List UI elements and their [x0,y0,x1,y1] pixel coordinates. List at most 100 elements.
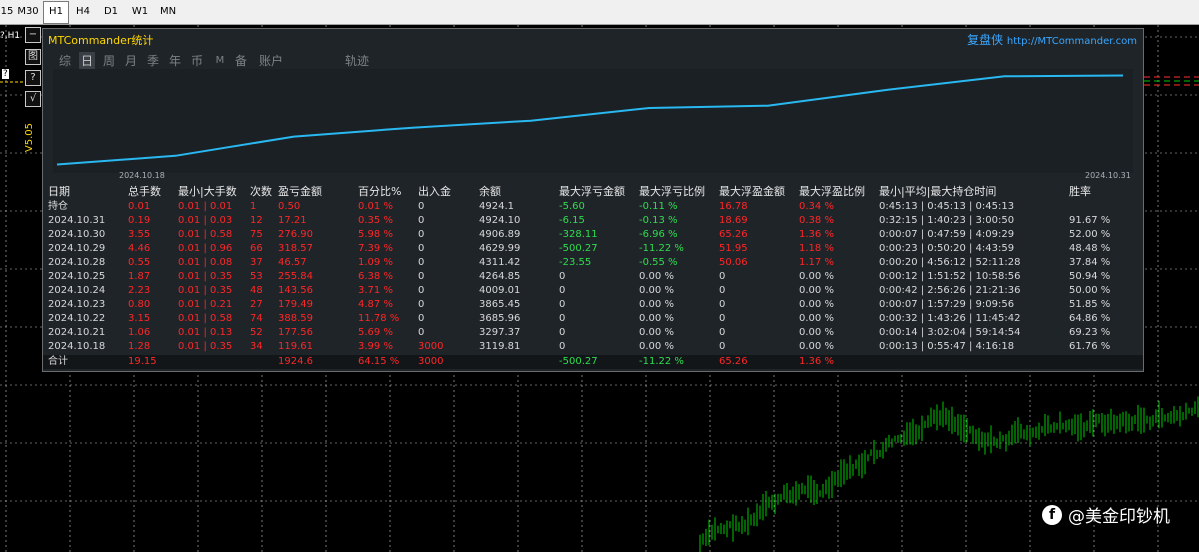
cell-max-float-profit: 0 [719,327,726,338]
cell-profit: 276.90 [278,229,313,240]
cell-balance: 4629.99 [479,243,521,254]
cell-percent: 6.38 % [358,271,393,282]
cell-profit: 255.84 [278,271,313,282]
cell-win-rate: 50.94 % [1069,271,1111,282]
header-max-float-profit: 最大浮盈金额 [719,185,785,198]
tab-year[interactable]: 年 [167,52,183,70]
cell-trades: 37 [250,257,263,268]
cell-max-float-loss: -23.55 [559,257,592,268]
cell-max-float-profit: 65.26 [719,229,748,240]
cell-balance: 4311.42 [479,257,521,268]
cell-min-max-lots: 0.01 | 0.01 [178,201,233,212]
cell-max-float-profit-pct: 0.00 % [799,285,834,296]
tab-track[interactable]: 轨迹 [343,52,371,70]
cell-max-float-loss: -5.60 [559,201,585,212]
timeframe-w1[interactable]: W1 [126,2,154,22]
website-link[interactable]: 复盘侠 http://MTCommander.com [967,31,1137,48]
timeframe-mn[interactable]: MN [155,2,181,22]
cell-deposit-withdraw: 0 [418,229,425,240]
header-win-rate: 胜率 [1069,185,1091,198]
cell-max-float-loss-pct: 0.00 % [639,271,674,282]
cell-trades: 52 [250,327,263,338]
link-url[interactable]: http://MTCommander.com [1007,36,1137,47]
timeframe-d1[interactable]: D1 [98,2,124,22]
cell-date: 2024.10.30 [48,229,106,240]
tab-day[interactable]: 日 [79,52,95,70]
timeframe-15[interactable]: 15 [0,2,14,22]
cell-total-lots: 0.01 [128,201,151,212]
cell-balance: 4009.01 [479,285,521,296]
total-date: 合计 [48,356,68,367]
minimize-panel-button[interactable]: − [25,27,41,43]
tab-summary[interactable]: 综 [57,52,73,70]
tab-month[interactable]: 月 [123,52,139,70]
cell-hold-time: 0:45:13 | 0:45:13 | 0:45:13 [879,201,1015,212]
cell-deposit-withdraw: 0 [418,271,425,282]
cell-max-float-loss: -328.11 [559,229,598,240]
header-profit: 盈亏金额 [278,185,322,198]
cell-total-lots: 2.23 [128,285,151,296]
tab-week[interactable]: 周 [101,52,117,70]
cell-deposit-withdraw: 0 [418,285,425,296]
cell-date: 2024.10.22 [48,313,106,324]
cell-max-float-profit-pct: 1.18 % [799,243,834,254]
cell-balance: 3865.45 [479,299,521,310]
cell-max-float-profit-pct: 0.00 % [799,341,834,352]
cell-percent: 11.78 % [358,313,400,324]
cell-profit: 17.21 [278,215,307,226]
tab-quarter[interactable]: 季 [145,52,161,70]
cell-min-max-lots: 0.01 | 0.21 [178,299,233,310]
cell-max-float-loss: -500.27 [559,243,598,254]
cell-balance: 4264.85 [479,271,521,282]
tab-currency[interactable]: 币 [189,52,205,70]
cell-min-max-lots: 0.01 | 0.08 [178,257,233,268]
cell-balance: 3297.37 [479,327,521,338]
cell-min-max-lots: 0.01 | 0.96 [178,243,233,254]
cell-hold-time: 0:00:14 | 3:02:04 | 59:14:54 [879,327,1021,338]
facebook-icon: f [1042,504,1062,525]
cell-max-float-profit-pct: 1.36 % [799,229,834,240]
chart-toggle-button[interactable]: 图 [25,49,41,65]
table-row: 2024.10.23 0.80 0.01 | 0.21 27 179.49 4.87 % 0… [43,298,1143,312]
cell-total-lots: 4.46 [128,243,151,254]
cell-profit: 46.57 [278,257,307,268]
cell-trades: 1 [250,201,257,212]
cell-hold-time: 0:00:13 | 0:55:47 | 4:16:18 [879,341,1015,352]
table-row: 2024.10.22 3.15 0.01 | 0.58 74 388.59 11.78 %… [43,312,1143,326]
watermark-text: @美金印钞机 [1068,507,1170,527]
cell-date: 持仓 [48,201,68,212]
cell-max-float-profit: 0 [719,271,726,282]
cell-percent: 0.35 % [358,215,393,226]
table-row: 2024.10.21 1.06 0.01 | 0.13 52 177.56 5.69 % 0… [43,326,1143,340]
tab-m[interactable]: M [213,52,227,70]
cell-profit: 143.56 [278,285,313,296]
cell-max-float-loss: 0 [559,271,566,282]
cell-trades: 34 [250,341,263,352]
link-brand[interactable]: 复盘侠 [967,33,1003,47]
cell-percent: 7.39 % [358,243,393,254]
confirm-button[interactable]: √ [25,91,41,107]
cell-trades: 27 [250,299,263,310]
help-button[interactable]: ? [25,70,41,86]
cell-percent: 0.01 % [358,201,393,212]
cell-max-float-profit: 0 [719,341,726,352]
cell-total-lots: 1.87 [128,271,151,282]
tab-account[interactable]: 账户 [257,52,285,70]
cell-win-rate: 37.84 % [1069,257,1111,268]
cell-max-float-loss-pct: -6.96 % [639,229,678,240]
cell-deposit-withdraw: 0 [418,215,425,226]
cell-max-float-loss-pct: 0.00 % [639,313,674,324]
cell-total-lots: 3.15 [128,313,151,324]
cell-min-max-lots: 0.01 | 0.35 [178,285,233,296]
cell-hold-time: 0:00:20 | 4:56:12 | 52:11:28 [879,257,1021,268]
cell-total-lots: 0.19 [128,215,151,226]
timeframe-toolbar: 15 M30 H1 H4 D1 W1 MN [0,0,1199,25]
cell-win-rate: 69.23 % [1069,327,1111,338]
timeframe-h4[interactable]: H4 [70,2,96,22]
table-row: 2024.10.28 0.55 0.01 | 0.08 37 46.57 1.09 % 0 4… [43,256,1143,270]
tab-note[interactable]: 备 [233,52,249,70]
cell-max-float-loss-pct: -0.11 % [639,201,678,212]
timeframe-m30[interactable]: M30 [15,2,41,22]
cell-max-float-loss: 0 [559,341,566,352]
timeframe-h1[interactable]: H1 [43,1,69,24]
